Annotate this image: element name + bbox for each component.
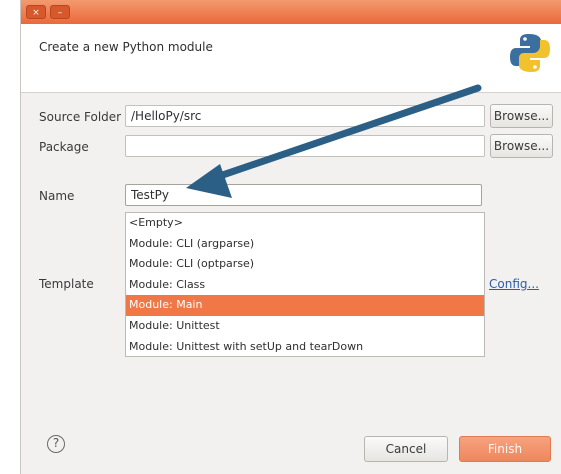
browse-source-folder-button[interactable]: Browse... [490,104,553,128]
config-link[interactable]: Config... [489,277,539,291]
package-input[interactable] [125,135,485,157]
template-option-unittest-setup-teardown[interactable]: Module: Unittest with setUp and tearDown [126,337,484,356]
source-folder-label: Source Folder [39,110,122,124]
dialog-header [21,24,561,93]
source-folder-input[interactable] [125,105,485,127]
template-option-cli-optparse[interactable]: Module: CLI (optparse) [126,254,484,275]
dialog-title: Create a new Python module [39,40,213,54]
name-label: Name [39,189,75,203]
name-input[interactable] [125,184,482,206]
minimize-window-button[interactable]: – [50,5,70,19]
cancel-button[interactable]: Cancel [364,436,448,462]
browse-package-button[interactable]: Browse... [490,134,553,158]
help-icon[interactable]: ? [47,435,65,453]
package-label: Package [39,140,89,154]
template-option-unittest[interactable]: Module: Unittest [126,316,484,337]
finish-button[interactable]: Finish [459,436,551,462]
new-module-dialog: × – Create a new Python module Source Fo… [20,0,561,474]
template-label: Template [39,277,94,291]
template-option-empty[interactable]: <Empty> [126,213,484,234]
template-option-cli-argparse[interactable]: Module: CLI (argparse) [126,234,484,255]
template-list[interactable]: <Empty> Module: CLI (argparse) Module: C… [125,212,485,357]
python-logo-icon [510,34,550,72]
template-option-class[interactable]: Module: Class [126,275,484,296]
template-option-main[interactable]: Module: Main [126,295,484,316]
title-bar: × – [21,0,561,24]
close-window-button[interactable]: × [26,5,46,19]
